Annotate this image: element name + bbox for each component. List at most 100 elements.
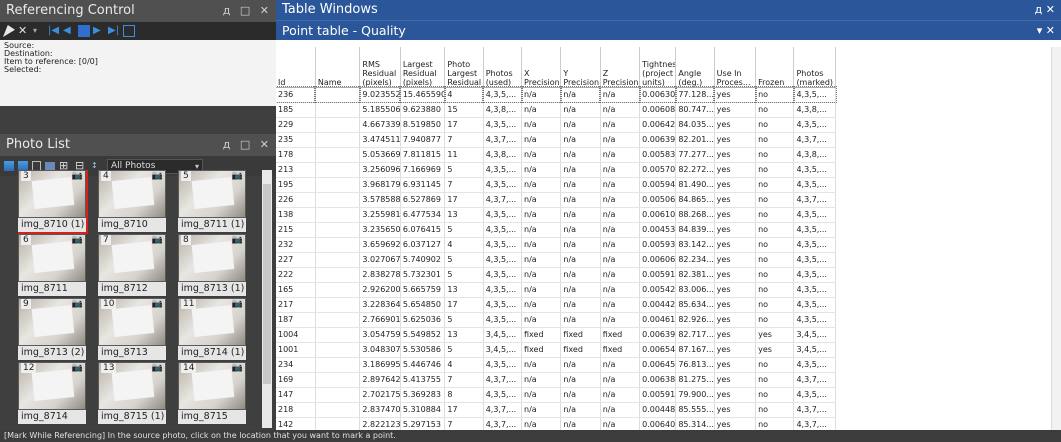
sort-icon[interactable] [4, 161, 14, 171]
column-header[interactable]: Id [276, 47, 316, 88]
previous-icon[interactable]: ◀ [63, 25, 75, 37]
photo-thumbnail[interactable]: 6 📷 img_8711 [18, 234, 86, 296]
column-header[interactable]: Photos (marked) [793, 47, 836, 88]
table-row[interactable]: 217 3.228364 5.654850 17 4,3,5,... n/a n/a n/a 0… [276, 297, 836, 313]
photo-thumbnail[interactable]: 5 📷 img_8711 (1) [178, 170, 246, 232]
table-cell: fixed [521, 342, 562, 358]
table-cell: 0.006069 [639, 252, 677, 268]
column-header[interactable]: Y Precision [560, 47, 601, 88]
photo-list-title-bar[interactable]: Photo List д □ ✕ [0, 134, 276, 156]
table-row[interactable]: 142 2.822123 5.297153 7 4,3,7,... n/a n/a n/a 0.… [276, 417, 836, 430]
column-header[interactable]: Z Precision [600, 47, 641, 88]
table-row[interactable]: 178 5.053669 7.811815 11 4,3,8,... n/a n/a n/a 0… [276, 147, 836, 163]
table-row[interactable]: 222 2.838278 5.732301 5 4,3,5,... n/a n/a n/a 0.… [276, 267, 836, 283]
photo-thumbnail[interactable]: 13 📷 img_8715 (1) [98, 362, 166, 424]
photo-thumbnail[interactable]: 10 📷 img_8713 [98, 298, 166, 360]
table-cell: 2.766901 [359, 312, 401, 328]
table-cell: 4,3,5,... [793, 387, 836, 403]
table-cell: n/a [560, 282, 601, 298]
column-header[interactable]: Largest Residual (pixels) [400, 47, 446, 88]
table-cell: 8 [444, 387, 484, 403]
table-cell: 3.659692 [359, 237, 401, 253]
table-cell: no [755, 387, 795, 403]
table-row[interactable]: 226 3.578588 6.527869 17 4,3,7,... n/a n/a n/a 0… [276, 192, 836, 208]
table-cell: 165 [276, 282, 316, 298]
table-cell: n/a [521, 372, 562, 388]
referencing-toolbar: ✕ ▾ |◀ ◀ ▶ ▶| [0, 22, 276, 40]
table-cell: n/a [521, 297, 562, 313]
photo-label: img_8714 (1) [178, 346, 246, 360]
table-cell: n/a [600, 117, 641, 133]
delete-icon[interactable]: ✕ [18, 25, 30, 37]
table-row[interactable]: 1004 3.054759 5.549852 13 3,4,5,... fixed fixe… [276, 327, 836, 343]
table-windows-controls[interactable]: д ✕ [1035, 0, 1055, 20]
table-cell: yes [714, 267, 757, 283]
table-row[interactable]: 235 3.474511 7.940877 7 4,3,7,... n/a n/a n/a 0.… [276, 132, 836, 148]
column-header[interactable]: Photo Largest Residual [444, 47, 484, 88]
table-cell: 85.555... [675, 402, 715, 418]
table-row[interactable]: 215 3.235650 6.076415 5 4,3,5,... n/a n/a n/a 0.… [276, 222, 836, 238]
table-cell: 234 [276, 357, 316, 373]
table-icon[interactable] [123, 25, 135, 37]
photo-thumbnail[interactable]: 3 📷 img_8710 (1) [18, 170, 88, 234]
table-row[interactable]: 147 2.702175 5.369283 8 4,3,5,... n/a n/a n/a 0.… [276, 387, 836, 403]
last-icon[interactable]: ▶| [108, 25, 120, 37]
point-table-controls[interactable]: ▾ ✕ [1037, 21, 1055, 41]
column-header[interactable]: Use In Proces... [714, 47, 757, 88]
next-icon[interactable]: ▶ [93, 25, 105, 37]
photo-list-panel-controls[interactable]: д □ ✕ [223, 134, 272, 156]
table-row[interactable]: 213 3.256096 7.166969 5 4,3,5,... n/a n/a n/a 0.… [276, 162, 836, 178]
table-scrollbar[interactable] [1051, 47, 1061, 430]
photo-list-scrollbar[interactable] [262, 170, 272, 428]
mark-icon[interactable] [3, 25, 15, 37]
table-cell: 3.228364 [359, 297, 401, 313]
table-row[interactable]: 195 3.968179 6.931145 7 4,3,5,... n/a n/a n/a 0.… [276, 177, 836, 193]
table-row[interactable]: 218 2.837470 5.310884 17 4,3,7,... n/a n/a n/a 0… [276, 402, 836, 418]
photo-thumbnail[interactable]: 7 📷 img_8712 [98, 234, 166, 296]
column-header[interactable]: Tightness (project units) [639, 47, 677, 88]
table-windows-title-bar[interactable]: Table Windows д ✕ [276, 0, 1061, 20]
photo-thumbnail[interactable]: 14 📷 img_8715 [178, 362, 246, 424]
panel-controls[interactable]: д □ ✕ [223, 0, 272, 22]
table-row[interactable]: 165 2.926200 5.665759 13 4,3,5,... n/a n/a n/a 0… [276, 282, 836, 298]
table-row[interactable]: 138 3.255981 6.477534 13 4,3,5,... n/a n/a n/a 0… [276, 207, 836, 223]
column-header[interactable]: Angle (deg.) [675, 47, 715, 88]
table-cell: 82.234... [675, 252, 715, 268]
table-row[interactable]: 236 9.023552 15.465590 4 4,3,5,... n/a n/a n/a 0… [276, 86, 837, 103]
table-cell: n/a [521, 252, 562, 268]
scrollbar-thumb[interactable] [263, 184, 271, 384]
point-table-tab[interactable]: Point table - Quality ▾ ✕ [276, 20, 1061, 40]
column-header[interactable]: Name [315, 47, 361, 88]
photo-thumbnail[interactable]: 12 📷 img_8714 [18, 362, 86, 424]
photo-thumbnail[interactable]: 8 📷 img_8713 (1) [178, 234, 246, 296]
table-row[interactable]: 234 3.186995 5.446746 4 4,3,5,... n/a n/a n/a 0.… [276, 357, 836, 373]
column-header[interactable]: Photos (used) [483, 47, 523, 88]
target-sheet [111, 176, 155, 210]
photo-thumbnail[interactable]: 4 📷 img_8710 [98, 170, 166, 232]
table-cell: 4,3,5,... [483, 267, 523, 283]
photo-thumbnail[interactable]: 11 📷 img_8714 (1) [178, 298, 246, 360]
column-header[interactable]: X Precision [521, 47, 562, 88]
column-header[interactable]: Frozen [755, 47, 795, 88]
referencing-info: Source: Destination: Item to reference: … [0, 40, 276, 106]
table-row[interactable]: 227 3.027067 5.740902 5 4,3,5,... n/a n/a n/a 0.… [276, 252, 836, 268]
current-icon[interactable] [78, 25, 90, 37]
table-row[interactable]: 232 3.659692 6.037127 4 4,3,5,... n/a n/a n/a 0.… [276, 237, 836, 253]
table-row[interactable]: 169 2.897642 5.413755 7 4,3,7,... n/a n/a n/a 0.… [276, 372, 836, 388]
table-row[interactable]: 229 4.667339 8.519850 17 4,3,5,... n/a n/a n/a 0… [276, 117, 836, 133]
referencing-control-title-bar[interactable]: Referencing Control д □ ✕ [0, 0, 276, 22]
table-cell: n/a [600, 102, 641, 118]
table-row[interactable]: 187 2.766901 5.625036 5 4,3,5,... n/a n/a n/a 0.… [276, 312, 836, 328]
column-header[interactable]: RMS Residual (pixels) [359, 47, 401, 88]
first-icon[interactable]: |◀ [48, 25, 60, 37]
photo-thumbnail[interactable]: 9 📷 img_8713 (2) [18, 298, 86, 360]
table-cell: 4,3,5,... [793, 237, 836, 253]
table-row[interactable]: 1001 3.048307 5.530586 5 3,4,5,... fixed fixed… [276, 342, 836, 358]
camera-icon: 📷 [151, 235, 163, 245]
table-row[interactable]: 185 5.185506 9.623880 15 4,3,8,... n/a n/a n/a 0… [276, 102, 836, 118]
table-cell: 3.027067 [359, 252, 401, 268]
photo-label: img_8711 (1) [178, 218, 246, 232]
dropdown-icon[interactable]: ▾ [33, 25, 45, 37]
table-cell: n/a [600, 417, 641, 430]
camera-icon: 📷 [151, 363, 163, 373]
